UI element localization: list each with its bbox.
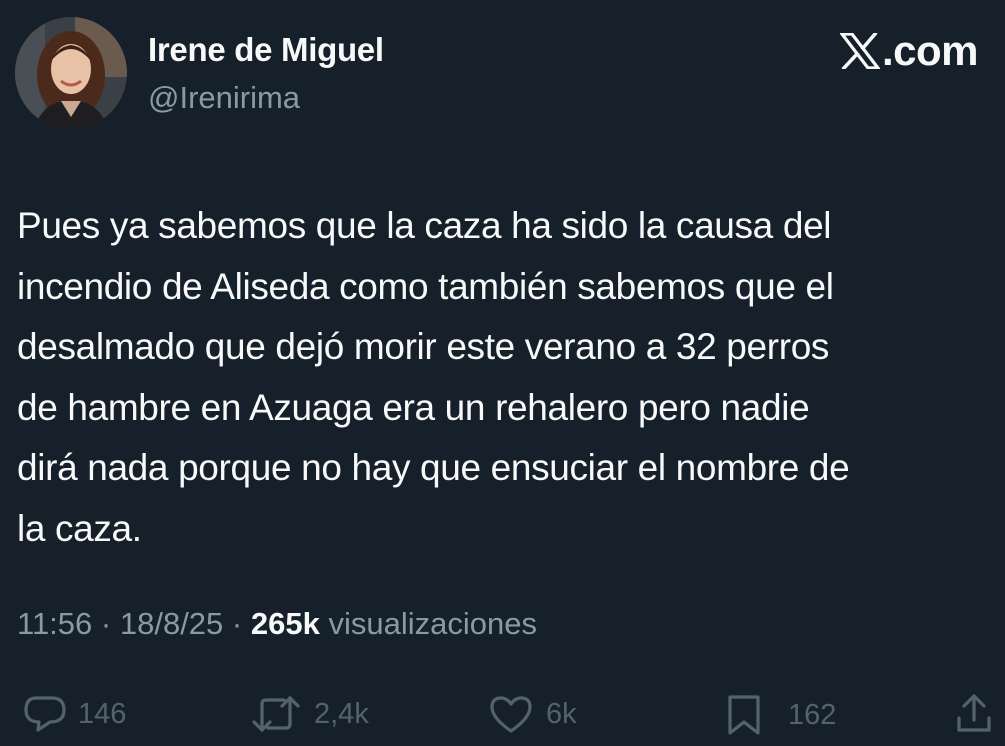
author-name[interactable]: Irene de Miguel bbox=[148, 31, 384, 69]
reply-icon bbox=[24, 696, 66, 732]
tweet-meta: 11:56 · 18/8/25 · 265k visualizaciones bbox=[17, 606, 537, 642]
x-logo-icon bbox=[839, 33, 880, 69]
repost-count: 2,4k bbox=[314, 697, 369, 730]
repost-icon bbox=[252, 696, 300, 732]
share-icon bbox=[957, 694, 991, 732]
views-label: visualizaciones bbox=[328, 606, 537, 641]
reply-button[interactable]: 146 bbox=[22, 694, 126, 734]
avatar[interactable] bbox=[15, 17, 127, 129]
action-bar: 146 2,4k 6k 162 bbox=[0, 684, 1005, 740]
avatar-image bbox=[15, 17, 127, 129]
like-button[interactable]: 6k bbox=[488, 694, 577, 734]
share-button[interactable] bbox=[956, 692, 992, 734]
brand-domain: .com bbox=[881, 27, 979, 74]
meta-separator: · bbox=[100, 606, 112, 641]
like-count: 6k bbox=[546, 697, 577, 730]
tweet-date[interactable]: 18/8/25 bbox=[120, 606, 223, 641]
bookmark-button[interactable]: 162 bbox=[726, 694, 836, 736]
meta-separator: · bbox=[231, 606, 243, 641]
reply-count: 146 bbox=[78, 697, 127, 730]
bookmark-icon bbox=[728, 695, 760, 735]
tweet-time[interactable]: 11:56 bbox=[17, 606, 92, 641]
heart-icon bbox=[490, 696, 532, 733]
repost-button[interactable]: 2,4k bbox=[250, 694, 369, 734]
tweet-text: Pues ya sabemos que la caza ha sido la c… bbox=[17, 205, 850, 549]
author-handle[interactable]: @Irenirima bbox=[148, 80, 300, 116]
x-brand: .com bbox=[839, 27, 979, 74]
tweet-card: Irene de Miguel @Irenirima .com Pues ya … bbox=[0, 0, 1005, 746]
views-count: 265k bbox=[250, 606, 320, 641]
bookmark-count: 162 bbox=[788, 698, 837, 731]
